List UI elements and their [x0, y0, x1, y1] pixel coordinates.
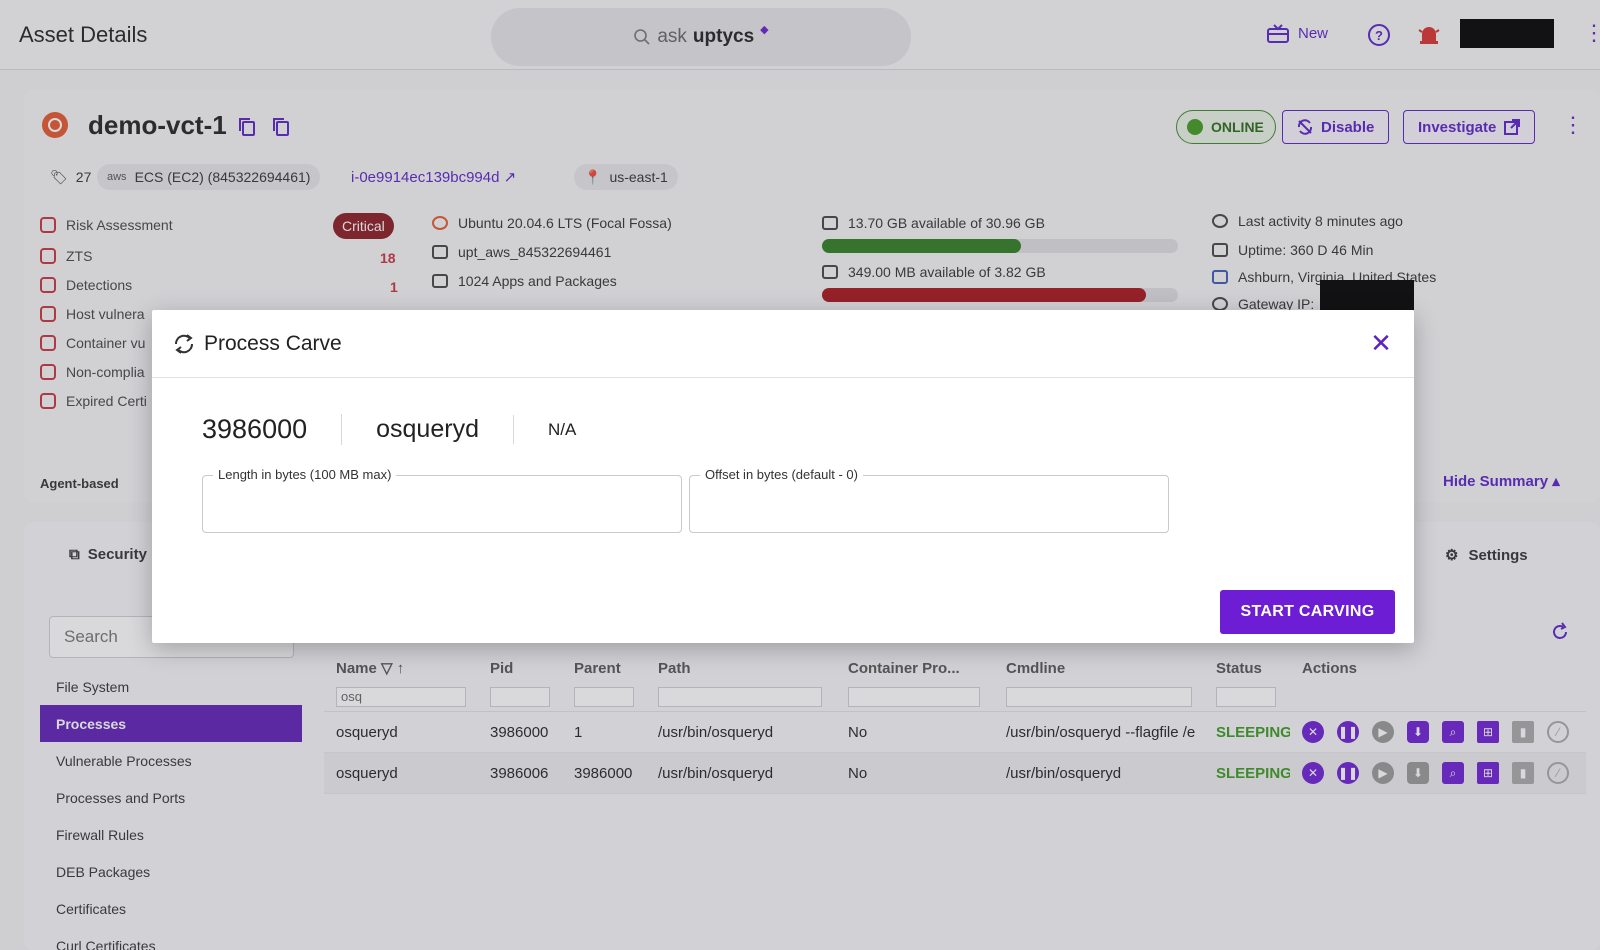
offset-field-label: Offset in bytes (default - 0) — [700, 467, 863, 482]
close-icon[interactable]: ✕ — [1366, 328, 1396, 358]
offset-field[interactable]: Offset in bytes (default - 0) — [689, 467, 1169, 533]
carve-refresh-icon — [174, 333, 194, 354]
length-field-label: Length in bytes (100 MB max) — [213, 467, 397, 482]
process-name: osqueryd — [342, 415, 514, 444]
process-pid: 3986000 — [202, 414, 343, 445]
dialog-header: Process Carve — [152, 310, 1414, 378]
dialog-title: Process Carve — [204, 331, 342, 355]
length-field[interactable]: Length in bytes (100 MB max) — [202, 467, 682, 533]
process-carve-dialog: Process Carve ✕ 3986000 osqueryd N/A Len… — [152, 310, 1414, 643]
length-input[interactable] — [203, 476, 681, 532]
offset-input[interactable] — [690, 476, 1168, 532]
process-summary: 3986000 osqueryd N/A — [202, 414, 576, 445]
start-carving-button[interactable]: START CARVING — [1220, 590, 1395, 634]
process-path: N/A — [547, 419, 577, 439]
